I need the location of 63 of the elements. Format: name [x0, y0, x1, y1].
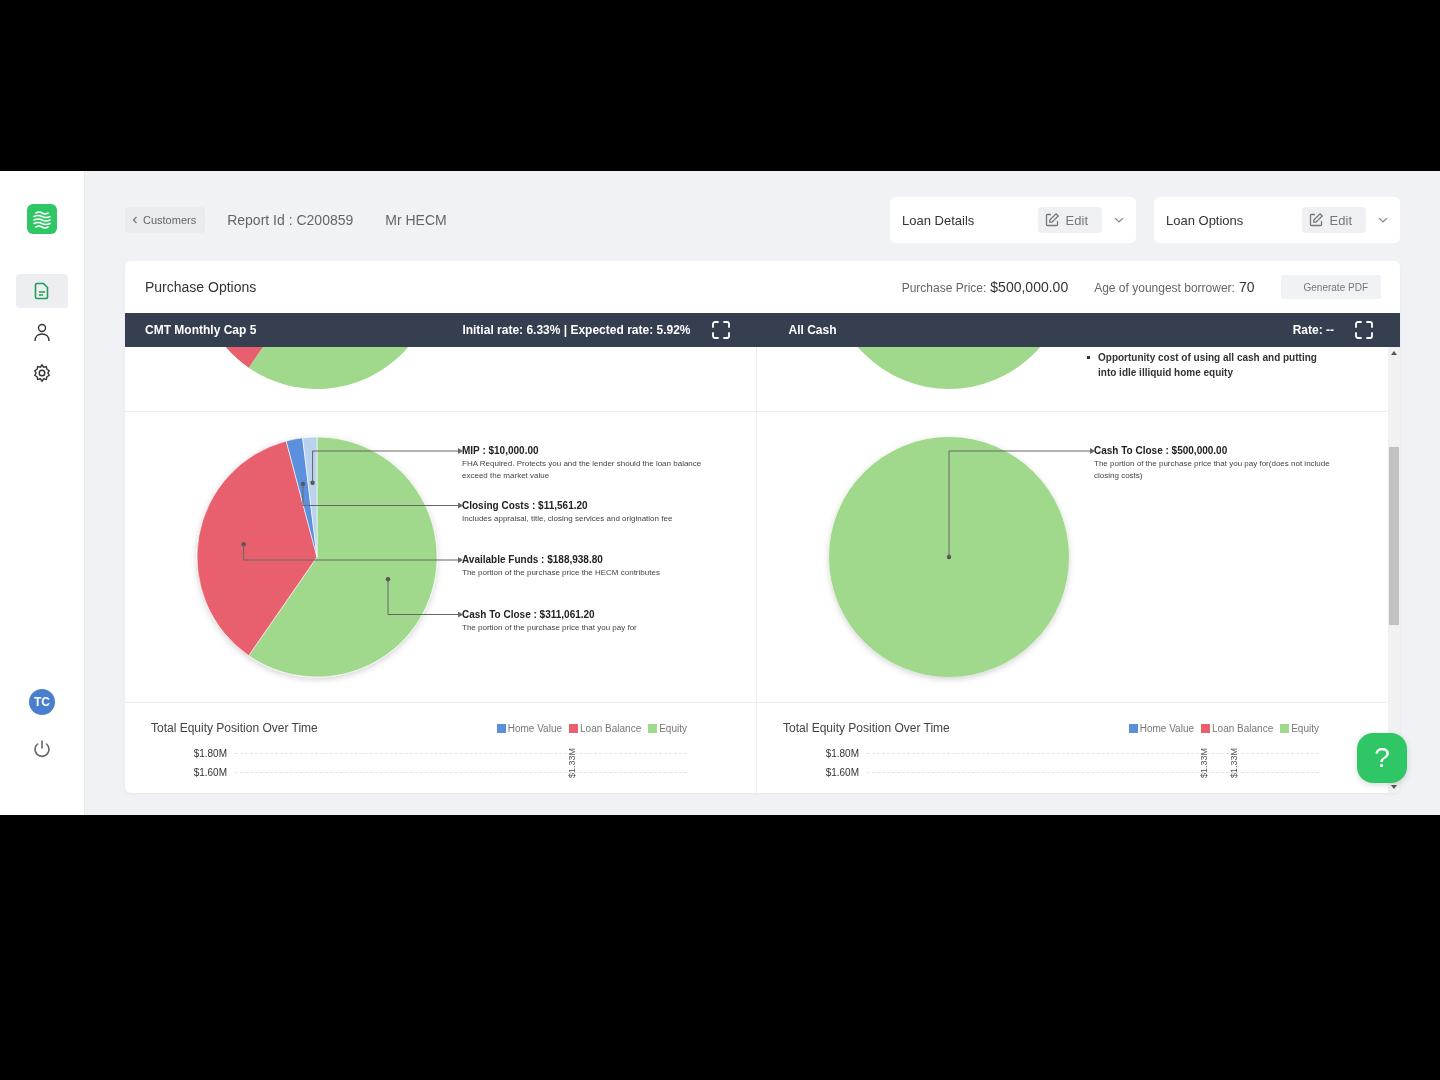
- chart-title: Total Equity Position Over Time: [151, 721, 318, 735]
- pie-slice: [302, 436, 318, 558]
- note-text: Opportunity cost of using all cash and putting into idle illiquid home equity: [1098, 351, 1318, 380]
- help-button[interactable]: ?: [1357, 733, 1407, 783]
- edit-button[interactable]: Edit: [1037, 207, 1102, 233]
- fullscreen-icon[interactable]: [710, 320, 731, 340]
- reports-nav-item[interactable]: [16, 274, 68, 308]
- bar-value-label: $1.33M: [567, 748, 577, 779]
- purchase-price-value: $500,000.00: [990, 279, 1069, 295]
- bullet-icon: [1087, 356, 1090, 359]
- scroll-down-icon[interactable]: [1391, 785, 1397, 789]
- bar-value-label: $1.33M: [1199, 748, 1209, 779]
- borrower-age-label: Age of youngest borrower:: [1094, 281, 1235, 295]
- edit-icon: [1307, 212, 1324, 228]
- fullscreen-icon[interactable]: [1354, 320, 1374, 340]
- edit-button[interactable]: Edit: [1301, 207, 1366, 233]
- pie-slice: [248, 436, 438, 678]
- y-axis-tick: $1.80M: [192, 748, 227, 759]
- y-axis-tick: $1.80M: [824, 748, 859, 759]
- option-name: CMT Monthly Cap 5: [145, 323, 258, 337]
- callout-text: Includes appraisal, title, closing services and origination fee: [462, 512, 674, 525]
- legend-label: Home Value: [507, 722, 563, 734]
- generate-pdf-button[interactable]: Generate PDF: [1280, 275, 1381, 299]
- settings-icon: [32, 363, 52, 383]
- scrollbar[interactable]: [1388, 347, 1400, 793]
- purchase-price-label: Purchase Price:: [901, 281, 987, 295]
- pie-slice: [196, 440, 318, 656]
- back-button[interactable]: Customers: [125, 207, 206, 233]
- callout-heading: Cash To Close : $500,000.00: [1094, 444, 1229, 458]
- callout-text: The portion of the purchase price that you pay for(does not include closing costs): [1094, 458, 1331, 482]
- card-title: Purchase Options: [145, 279, 257, 295]
- y-axis-tick: $1.60M: [192, 767, 227, 778]
- legend-label: Loan Balance: [580, 722, 642, 734]
- user-icon: [32, 322, 52, 342]
- legend-label: Loan Balance: [1212, 722, 1274, 734]
- option-name: All Cash: [788, 323, 838, 337]
- panel-title: Loan Details: [902, 212, 976, 228]
- edit-icon: [1043, 212, 1060, 228]
- chart-title: Total Equity Position Over Time: [783, 721, 950, 735]
- borrower-age-value: 70: [1238, 279, 1255, 295]
- report-id: Report Id : C200859: [227, 212, 354, 228]
- chevron-down-icon[interactable]: [1378, 217, 1388, 223]
- callout-text: FHA Required. Protects you and the lender should the loan balance exceed the market value: [462, 458, 703, 482]
- user-avatar[interactable]: TC: [29, 689, 55, 715]
- option-rates: Initial rate: 6.33% | Expected rate: 5.92%: [462, 323, 691, 337]
- legend-label: Equity: [1291, 722, 1319, 734]
- chevron-left-icon: [132, 216, 138, 224]
- logout-icon[interactable]: [32, 739, 52, 759]
- callout-heading: Available Funds : $188,938.80: [462, 553, 604, 567]
- callout-text: The portion of the purchase price the HECM contributes: [462, 567, 661, 579]
- callout-heading: MIP : $10,000.00: [462, 444, 540, 458]
- callout-heading: Cash To Close : $311,061.20: [462, 607, 596, 622]
- callout-heading: Closing Costs : $11,561.20: [462, 498, 589, 513]
- bar-value-label: $1.33M: [1229, 748, 1239, 779]
- chevron-down-icon[interactable]: [1114, 217, 1124, 223]
- callout-text: The portion of the purchase price that you pay for: [462, 621, 638, 634]
- scroll-up-icon[interactable]: [1391, 351, 1397, 355]
- option-rates: Rate: --: [1292, 323, 1334, 337]
- y-axis-tick: $1.60M: [824, 767, 859, 778]
- panel-title: Loan Options: [1166, 212, 1245, 228]
- customer-name: Mr HECM: [385, 212, 447, 228]
- legend-label: Equity: [659, 722, 687, 734]
- legend-label: Home Value: [1139, 722, 1195, 734]
